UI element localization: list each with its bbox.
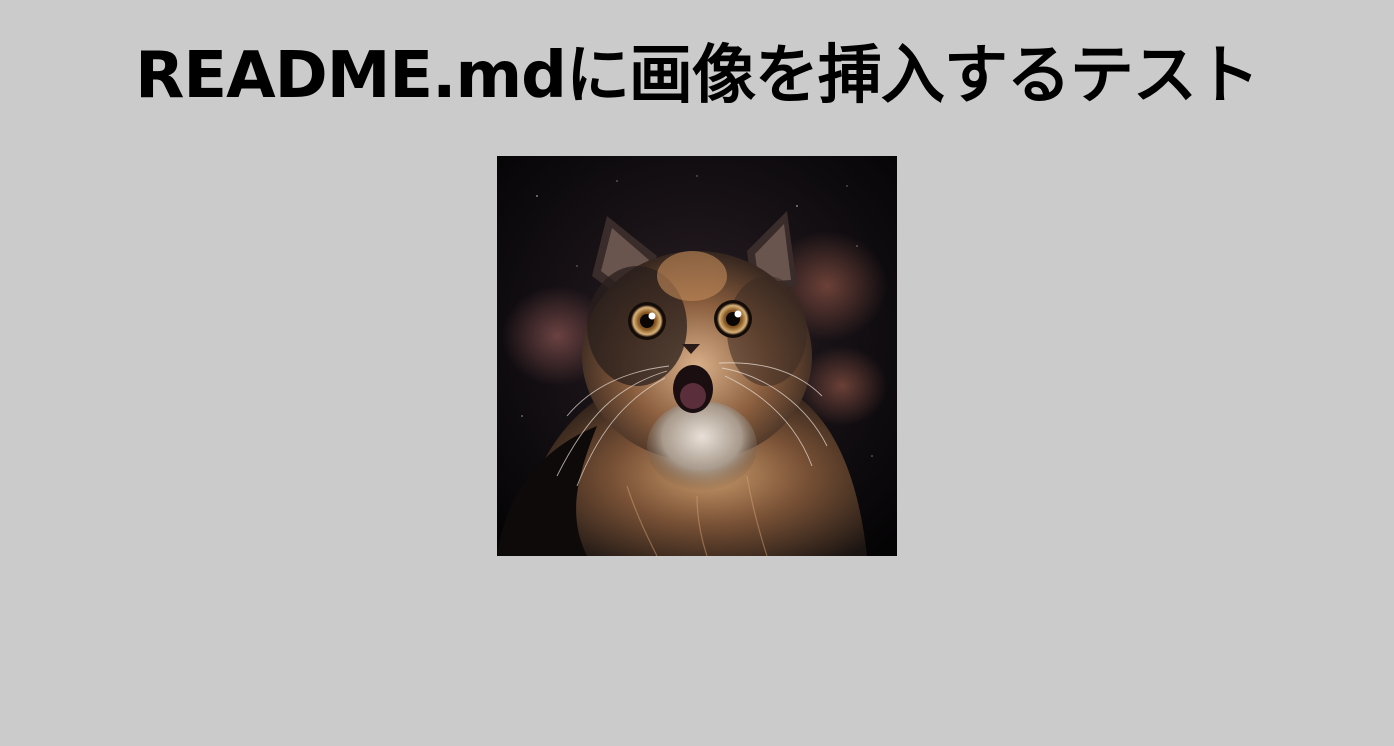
cat-photo-illustration — [497, 156, 897, 556]
page-title: README.mdに画像を挿入するテスト — [135, 39, 1260, 113]
cat-image — [497, 156, 897, 556]
